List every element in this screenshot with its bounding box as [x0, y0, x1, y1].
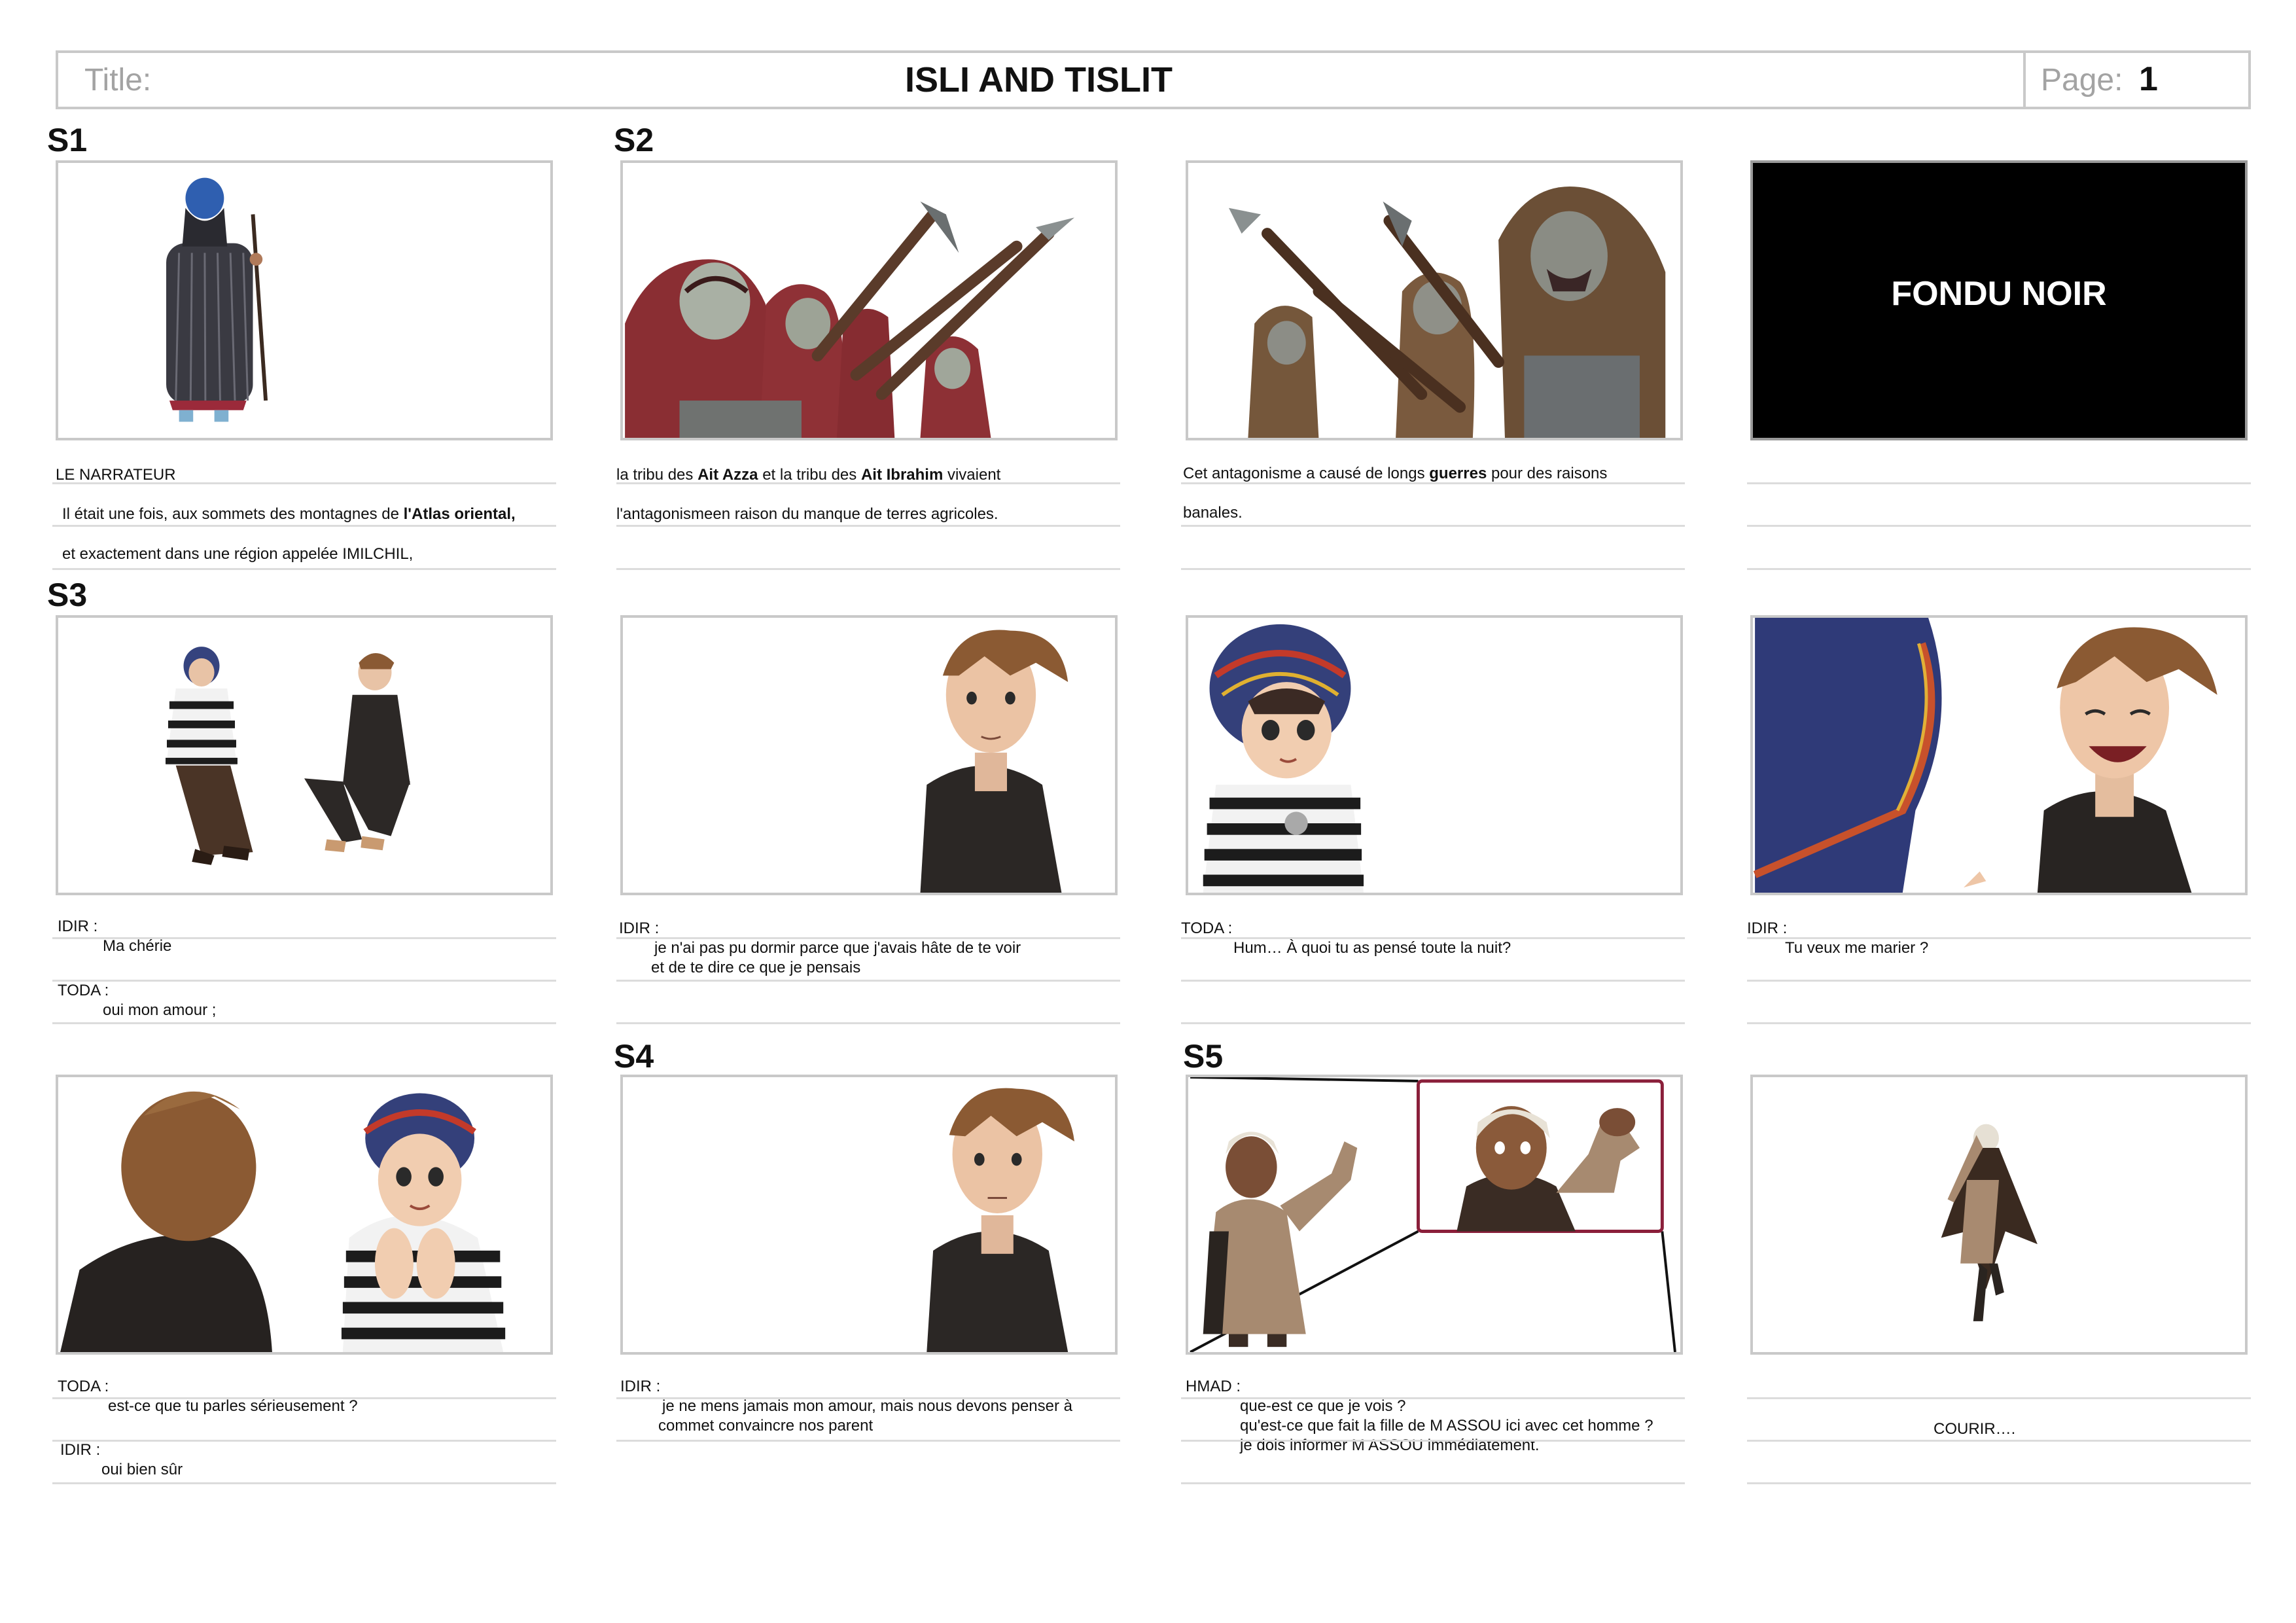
rule: [52, 1397, 556, 1399]
caption-p9-line1: est-ce que tu parles sérieusement ?: [108, 1397, 358, 1415]
caption-p10-line2: commet convaincre nos parent: [658, 1417, 874, 1435]
rule: [616, 980, 1120, 982]
rule: [1181, 568, 1685, 570]
rule: [1181, 1022, 1685, 1024]
hmad-illustration: [1190, 1077, 1676, 1352]
storyboard-title: ISLI AND TISLIT: [905, 60, 1173, 99]
caption-p9-speaker2: IDIR :: [60, 1441, 101, 1459]
caption-p2-line1: la tribu des Ait Azza et la tribu des Ai…: [616, 466, 1001, 484]
caption-p11-line1: que-est ce que je vois ?: [1240, 1397, 1406, 1415]
caption-p8-line1: Tu veux me marier ?: [1785, 939, 1929, 957]
rule: [52, 568, 556, 570]
rule: [52, 525, 556, 527]
caption-p11-line2: qu'est-ce que fait la fille de M ASSOU i…: [1240, 1417, 1653, 1435]
rule: [616, 1397, 1120, 1399]
rule: [52, 937, 556, 939]
page-number: 1: [2139, 60, 2158, 98]
narrator-illustration: [166, 177, 268, 422]
toda-and-idir-illustration: [60, 1091, 506, 1352]
rule: [616, 568, 1120, 570]
rule: [1181, 1440, 1685, 1442]
caption-p10-speaker: IDIR :: [620, 1378, 661, 1395]
title-bar: Title: ISLI AND TISLIT Page: 1: [56, 50, 2251, 109]
panel-running-away: [1750, 1075, 2248, 1355]
panel-couple-sitting: [56, 615, 553, 895]
caption-p3-line2: banales.: [1183, 504, 1243, 522]
caption-p9-line2: oui bien sûr: [101, 1461, 183, 1478]
panel-toda-closeup: [1186, 615, 1683, 895]
caption-narrator-line1: Il était une fois, aux sommets des monta…: [62, 505, 516, 523]
running-figure-illustration: [1941, 1124, 2038, 1321]
fade-text: FONDU NOIR: [1891, 275, 2107, 313]
scene-label-s4: S4: [614, 1038, 654, 1075]
rule: [1747, 525, 2251, 527]
panel-tribe-war: [1186, 160, 1683, 440]
panel-idir-serious: [620, 1075, 1118, 1355]
panel-narrator: [56, 160, 553, 440]
rule: [52, 1022, 556, 1024]
rule: [52, 980, 556, 982]
scene-label-s5: S5: [1183, 1038, 1224, 1075]
rule: [1747, 980, 2251, 982]
rule: [1747, 937, 2251, 939]
rule: [52, 1482, 556, 1484]
caption-p12-line1: COURIR….: [1934, 1420, 2016, 1438]
caption-narrator-line2: et exactement dans une région appelée IM…: [62, 545, 414, 563]
rule: [1181, 1397, 1685, 1399]
idir-illustration: [920, 630, 1069, 893]
couple-sitting-illustration: [166, 647, 410, 865]
caption-p11-speaker: HMAD :: [1186, 1378, 1241, 1395]
caption-p5-line1: Ma chérie: [103, 937, 172, 955]
caption-p7-speaker: TODA :: [1181, 919, 1233, 937]
idir-laughing-illustration: [1753, 618, 2217, 893]
panel-tribe-ait-azza: [620, 160, 1118, 440]
rule: [1747, 1397, 2251, 1399]
rule: [1747, 1022, 2251, 1024]
caption-p5-speaker2: TODA :: [58, 982, 109, 999]
caption-speaker-narrator: LE NARRATEUR: [56, 466, 176, 484]
panel-toda-hands: [56, 1075, 553, 1355]
rule: [1747, 1440, 2251, 1442]
rule: [1181, 1482, 1685, 1484]
rule: [1181, 980, 1685, 982]
caption-p6-line2: et de te dire ce que je pensais: [651, 959, 861, 976]
rule: [1747, 482, 2251, 484]
rule: [1747, 1482, 2251, 1484]
rule: [616, 482, 1120, 484]
rule: [52, 1440, 556, 1442]
caption-p6-speaker: IDIR :: [619, 919, 660, 937]
rule: [52, 482, 556, 484]
rule: [616, 525, 1120, 527]
idir-serious-illustration: [927, 1088, 1075, 1352]
rule: [616, 937, 1120, 939]
rule: [1181, 482, 1685, 484]
caption-p8-speaker: IDIR :: [1747, 919, 1788, 937]
panel-idir-closeup: [620, 615, 1118, 895]
page-label: Page:: [2041, 63, 2123, 98]
rule: [616, 1440, 1120, 1442]
warriors-brown-illustration: [1228, 186, 1666, 438]
rule: [1181, 937, 1685, 939]
caption-p10-line1: je ne mens jamais mon amour, mais nous d…: [662, 1397, 1072, 1415]
panel-hmad-watching: [1186, 1075, 1683, 1355]
caption-p3-line1: Cet antagonisme a causé de longs guerres…: [1183, 465, 1608, 482]
caption-p5-line2: oui mon amour ;: [103, 1001, 217, 1019]
caption-p7-line1: Hum… À quoi tu as pensé toute la nuit?: [1233, 939, 1511, 957]
rule: [1747, 568, 2251, 570]
caption-p9-speaker1: TODA :: [58, 1378, 109, 1395]
rule: [616, 1022, 1120, 1024]
scene-label-s3: S3: [47, 577, 88, 613]
toda-illustration: [1190, 618, 1377, 893]
rule: [1181, 525, 1685, 527]
caption-p2-line2: l'antagonismeen raison du manque de terr…: [616, 505, 998, 523]
scene-label-s1: S1: [47, 122, 88, 158]
header-divider: [2023, 53, 2026, 107]
scene-label-s2: S2: [614, 122, 654, 158]
panel-fade-black: FONDU NOIR: [1750, 160, 2248, 440]
caption-p6-line1: je n'ai pas pu dormir parce que j'avais …: [654, 939, 1021, 957]
caption-p5-speaker1: IDIR :: [58, 918, 98, 935]
warriors-red-illustration: [625, 201, 1075, 438]
panel-idir-laughing: [1750, 615, 2248, 895]
